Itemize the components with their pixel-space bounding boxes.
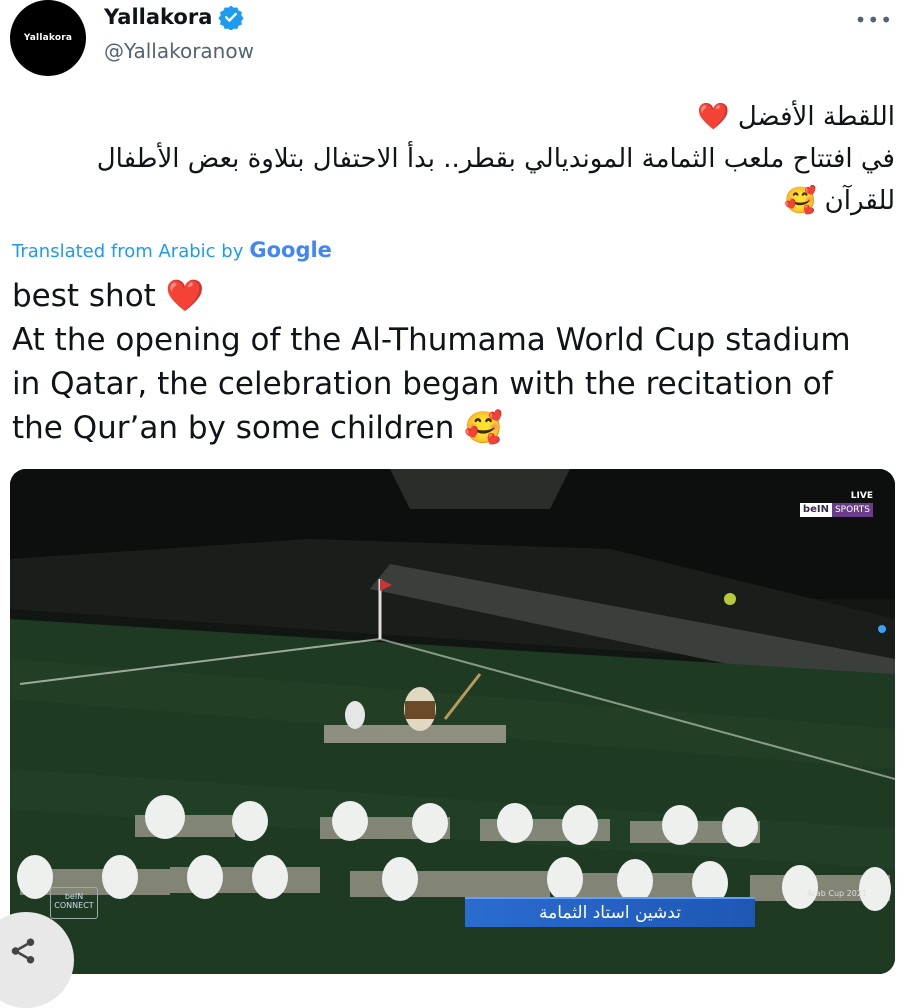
arabic-line: في افتتاح ملعب الثمامة المونديالي بقطر..…	[96, 144, 895, 174]
translation-attribution[interactable]: Translated from Arabic by Google	[12, 238, 332, 262]
broadcaster-logo: LIVE beIN SPORTS	[799, 491, 873, 517]
share-icon	[11, 938, 35, 964]
corner-watermark: beIN CONNECT	[50, 887, 98, 919]
tweet-media-photo[interactable]: LIVE beIN SPORTS beIN CONNECT تدشين استا…	[10, 469, 895, 974]
broadcaster-name: beIN	[799, 503, 832, 517]
broadcaster-sub: SPORTS	[831, 503, 873, 517]
arab-cup-logo: Arab Cup 2021	[807, 889, 867, 898]
avatar-text: Yallakora	[23, 33, 73, 43]
google-logo: Google	[249, 238, 332, 262]
english-line: At the opening of the Al-Thumama World C…	[12, 322, 851, 358]
more-icon[interactable]: •••	[855, 8, 893, 32]
tweet-text-translated: best shot ❤️ At the opening of the Al-Th…	[12, 274, 902, 450]
english-line: in Qatar, the celebration began with the…	[12, 366, 833, 402]
english-line: best shot ❤️	[12, 278, 205, 314]
tweet-text-arabic: اللقطة الأفضل ❤️ في افتتاح ملعب الثمامة …	[15, 96, 895, 222]
author-name-row: Yallakora	[104, 4, 244, 30]
translated-prefix: Translated from Arabic by	[12, 241, 244, 262]
arabic-line: اللقطة الأفضل ❤️	[697, 102, 895, 132]
author-handle[interactable]: @Yallakoranow	[104, 39, 254, 63]
english-line: the Qur’an by some children 🥰	[12, 410, 503, 446]
stadium-scene	[10, 469, 895, 974]
author-display-name[interactable]: Yallakora	[104, 5, 212, 29]
verified-badge-icon	[218, 4, 244, 30]
arabic-line: للقرآن 🥰	[784, 186, 895, 216]
profile-avatar[interactable]: Yallakora	[10, 0, 86, 76]
live-label: LIVE	[850, 491, 873, 501]
video-caption-bar: تدشين استاد الثمامة	[465, 897, 755, 927]
